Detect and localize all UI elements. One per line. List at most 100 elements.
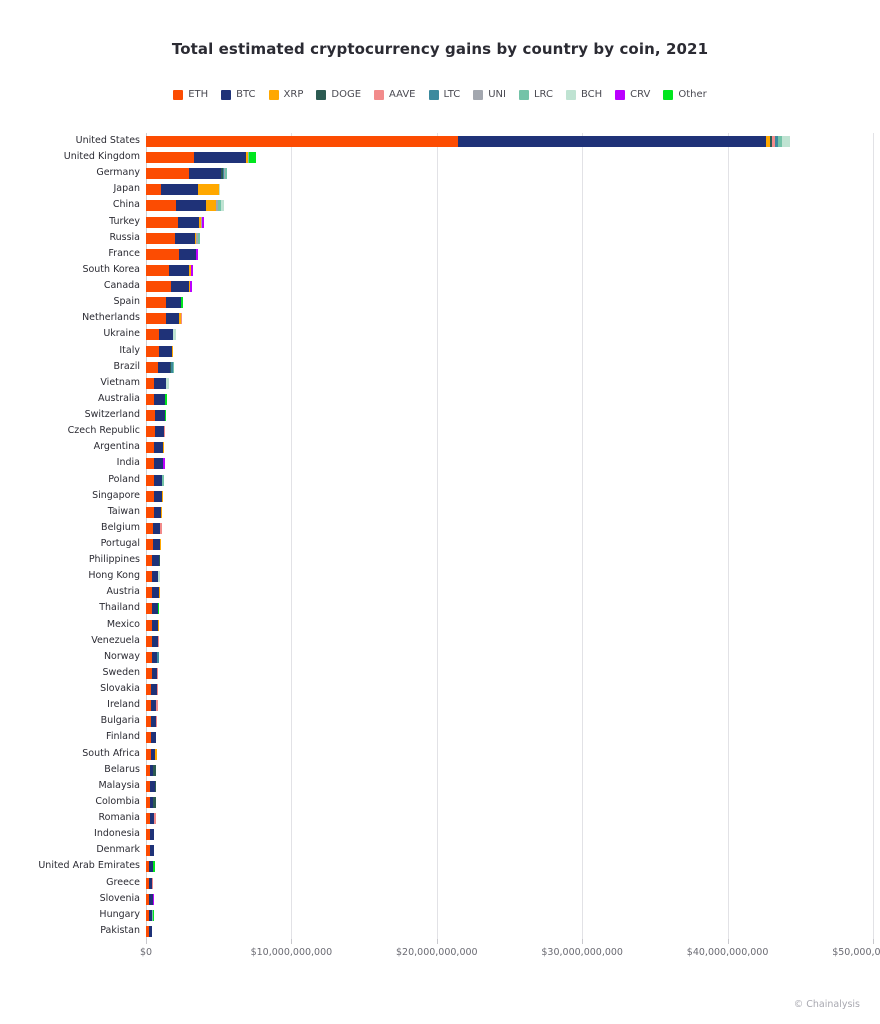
chart-row[interactable]: Slovakia [100,681,873,697]
bar-segment-btc[interactable] [152,539,161,550]
stacked-bar[interactable] [146,861,155,873]
chart-row[interactable]: Czech Republic [68,423,873,439]
chart-row[interactable]: Greece [106,875,873,891]
chart-row[interactable]: Switzerland [85,407,873,423]
stacked-bar[interactable] [146,651,159,663]
bar-segment-xrp[interactable] [157,619,160,631]
bar-segment-btc[interactable] [154,393,165,405]
bar-segment-btc[interactable] [157,361,171,373]
bar-segment-btc[interactable] [150,732,156,744]
stacked-bar[interactable] [146,168,228,180]
bar-segment-aave[interactable] [163,426,166,438]
bar-segment-btc[interactable] [159,329,173,341]
stacked-bar[interactable] [146,619,160,631]
bar-segment-other[interactable] [164,410,167,422]
bar-segment-eth[interactable] [146,297,167,309]
bar-segment-eth[interactable] [146,426,155,438]
chart-row[interactable]: Austria [106,584,873,600]
stacked-bar[interactable] [146,506,163,518]
chart-row[interactable]: Canada [104,278,873,294]
bar-segment-eth[interactable] [146,377,155,389]
chart-row[interactable]: Singapore [92,488,873,504]
stacked-bar[interactable] [146,248,198,260]
stacked-bar[interactable] [146,700,158,712]
bar-segment-eth[interactable] [146,329,160,341]
chart-row[interactable]: Brazil [113,359,873,375]
bar-segment-btc[interactable] [154,377,167,389]
stacked-bar[interactable] [146,232,201,244]
bar-segment-lrc[interactable] [172,361,174,373]
chart-row[interactable]: Germany [96,165,873,181]
legend-item-bch[interactable]: BCH [565,90,602,100]
bar-segment-crv[interactable] [189,281,192,293]
chart-row[interactable]: Ukraine [103,326,873,342]
bar-segment-crv[interactable] [162,458,165,470]
bar-segment-other[interactable] [152,909,155,921]
chart-row[interactable]: South Korea [82,262,873,278]
chart-row[interactable]: Argentina [94,439,873,455]
legend-item-ltc[interactable]: LTC [428,90,460,100]
chart-row[interactable]: Italy [119,343,873,359]
stacked-bar[interactable] [146,925,153,937]
bar-segment-doge[interactable] [154,780,156,792]
chart-row[interactable]: Mexico [107,617,873,633]
stacked-bar[interactable] [146,216,204,228]
bar-segment-other[interactable] [248,152,256,164]
bar-segment-xrp[interactable] [160,539,162,550]
bar-segment-eth[interactable] [146,345,159,357]
stacked-bar[interactable] [146,458,165,470]
stacked-bar[interactable] [146,909,155,921]
bar-segment-bch[interactable] [781,136,790,147]
stacked-bar[interactable] [146,264,193,276]
chart-row[interactable]: Hungary [99,907,873,923]
stacked-bar[interactable] [146,136,790,147]
bar-segment-btc[interactable] [161,184,199,196]
bar-segment-btc[interactable] [178,248,197,260]
chart-row[interactable]: Netherlands [82,310,873,326]
stacked-bar[interactable] [146,313,183,325]
stacked-bar[interactable] [146,281,192,293]
stacked-bar[interactable] [146,345,174,357]
legend-item-xrp[interactable]: XRP [268,90,303,100]
bar-segment-other[interactable] [158,603,160,615]
bar-segment-eth[interactable] [146,490,155,502]
bar-segment-aave[interactable] [180,313,183,325]
chart-row[interactable]: Belgium [101,520,873,536]
bar-segment-doge[interactable] [153,764,157,776]
bar-segment-eth[interactable] [146,232,176,244]
legend-item-crv[interactable]: CRV [615,90,650,100]
bar-segment-xrp[interactable] [205,200,217,212]
bar-segment-bch[interactable] [172,329,176,341]
bar-segment-doge[interactable] [152,796,156,808]
chart-row[interactable]: Slovenia [100,891,873,907]
stacked-bar[interactable] [146,522,162,534]
bar-segment-aave[interactable] [156,700,158,712]
chart-row[interactable]: India [117,455,873,471]
chart-row[interactable]: Vietnam [100,375,873,391]
stacked-bar[interactable] [146,555,161,567]
bar-segment-xrp[interactable] [155,748,157,760]
bar-segment-eth[interactable] [146,506,154,518]
bar-segment-lrc[interactable] [225,168,228,180]
legend-item-btc[interactable]: BTC [221,90,256,100]
bar-segment-eth[interactable] [146,522,154,534]
chart-row[interactable]: Norway [104,649,873,665]
stacked-bar[interactable] [146,410,167,422]
chart-row[interactable]: United States [76,133,873,149]
chart-row[interactable]: Philippines [89,552,873,568]
bar-segment-eth[interactable] [146,474,155,486]
stacked-bar[interactable] [146,361,174,373]
bar-segment-eth[interactable] [146,313,166,325]
stacked-bar[interactable] [146,571,161,583]
bar-segment-bch[interactable] [166,377,169,389]
chart-row[interactable]: Thailand [99,600,873,616]
bar-segment-xrp[interactable] [160,506,163,518]
stacked-bar[interactable] [146,184,221,196]
chart-row[interactable]: Venezuela [91,633,873,649]
chart-row[interactable]: Malaysia [98,778,873,794]
bar-segment-other[interactable] [164,393,167,405]
stacked-bar[interactable] [146,152,256,164]
bar-segment-btc[interactable] [154,442,164,454]
chart-row[interactable]: Pakistan [100,923,873,939]
bar-segment-btc[interactable] [193,152,246,164]
